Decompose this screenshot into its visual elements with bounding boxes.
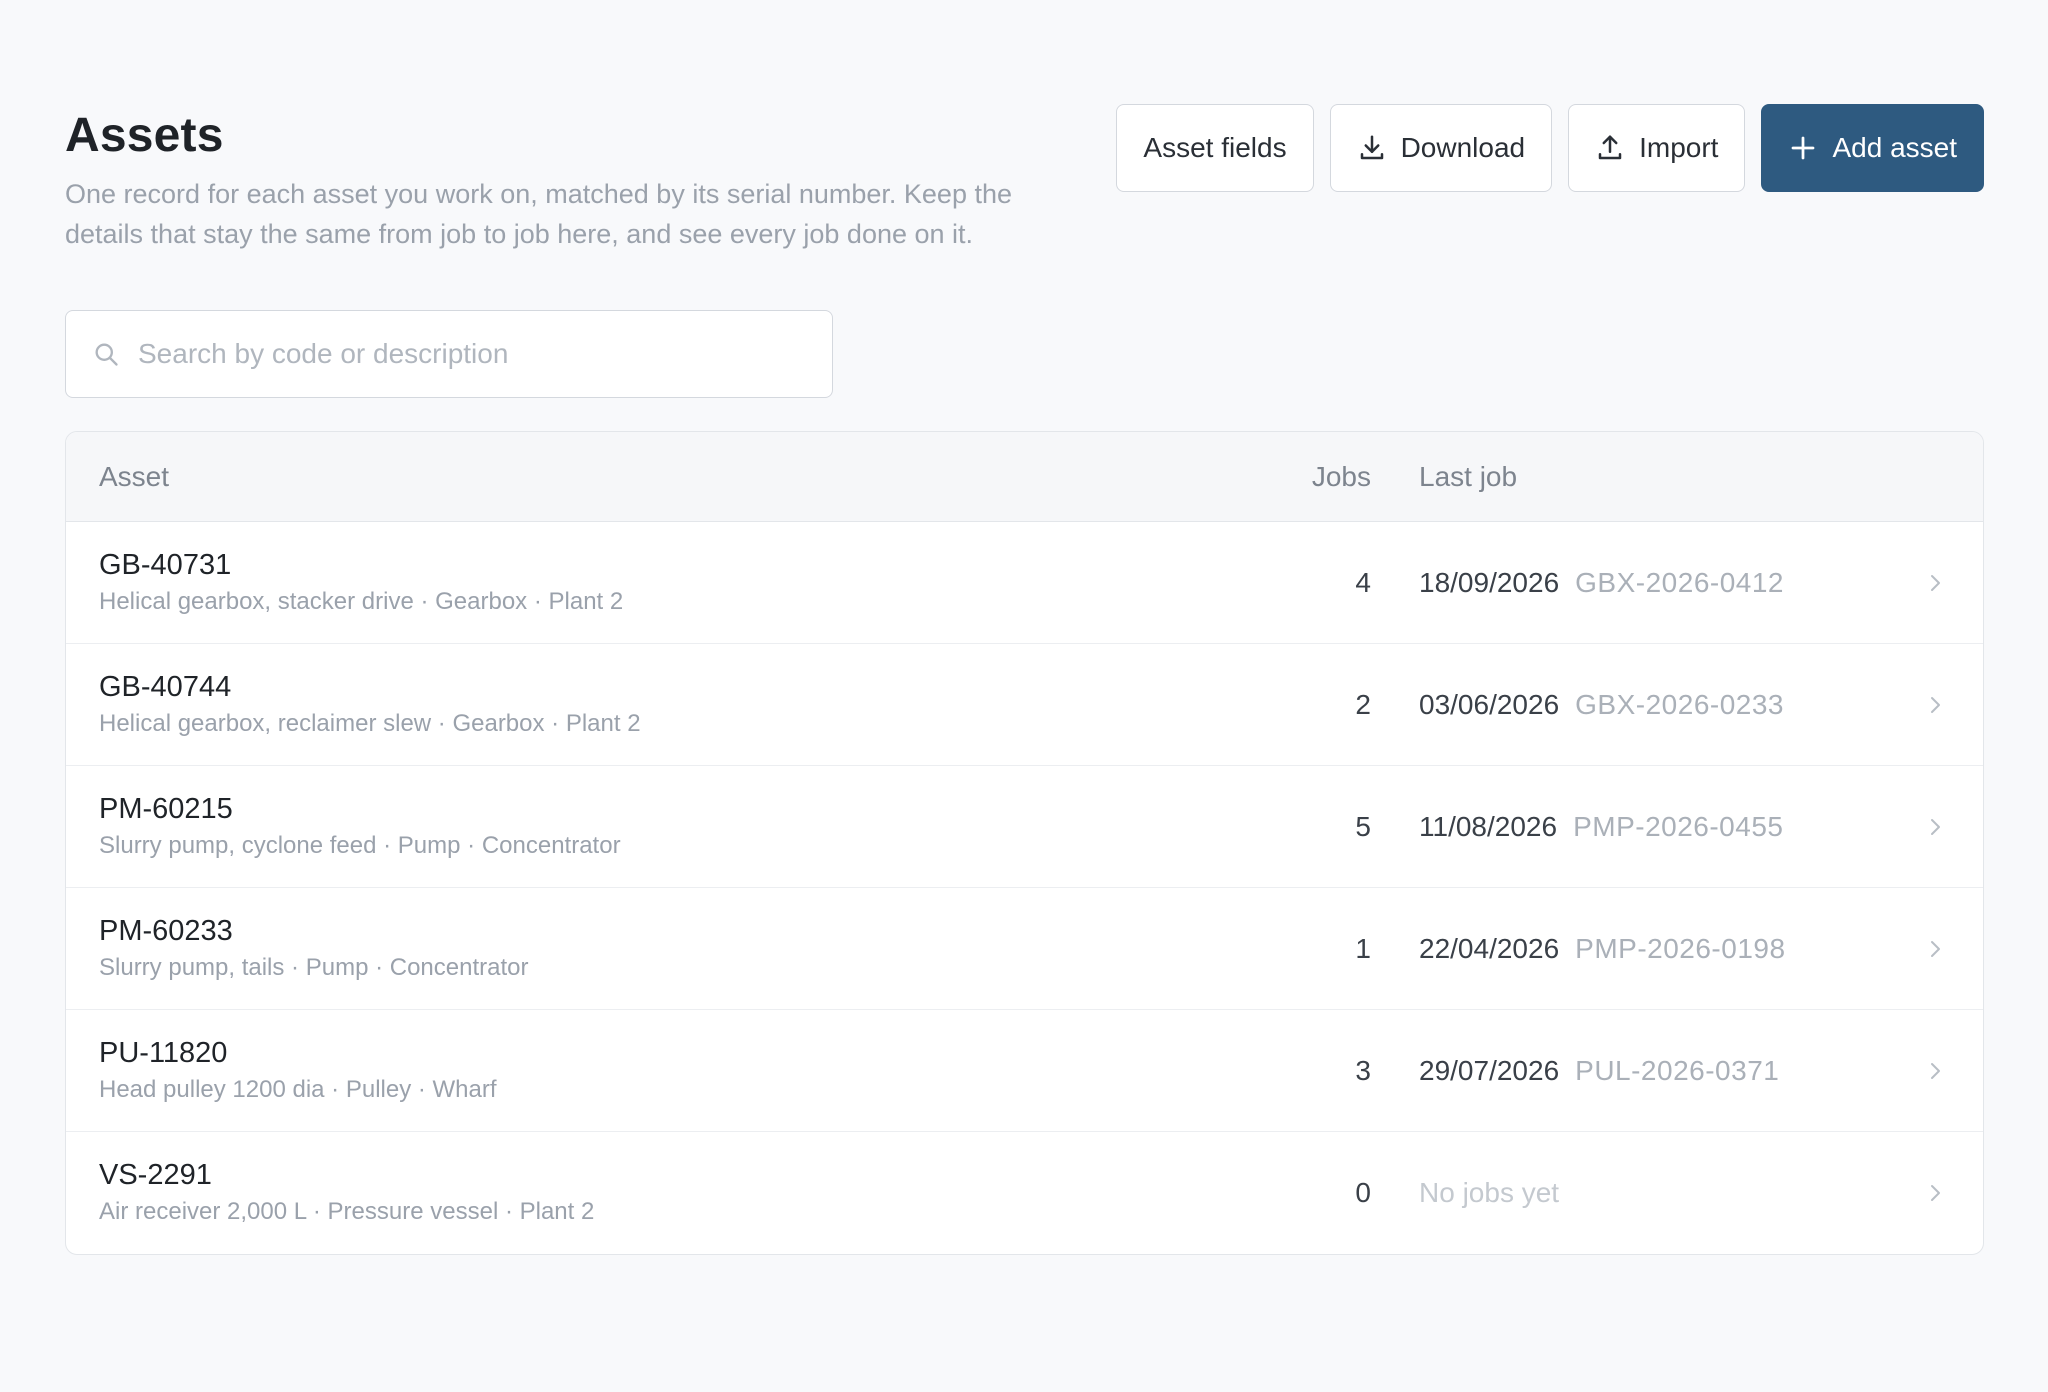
last-job-info: 03/06/2026 GBX-2026-0233 — [1419, 689, 1784, 721]
last-job-ref: PMP-2026-0198 — [1575, 932, 1786, 964]
add-asset-label: Add asset — [1832, 132, 1957, 163]
chevron-right-icon[interactable] — [1923, 571, 1947, 595]
asset-cell: VS-2291 Air receiver 2,000 L · Pressure … — [66, 1157, 1235, 1229]
last-job-cell: 11/08/2026 PMP-2026-0455 — [1395, 811, 1983, 843]
table-row[interactable]: PM-60215 Slurry pump, cyclone feed · Pum… — [66, 766, 1983, 888]
header-actions: Asset fields Download Import Add asset — [1116, 104, 1984, 192]
column-header-asset[interactable]: Asset — [66, 461, 1235, 493]
last-job-info: 18/09/2026 GBX-2026-0412 — [1419, 567, 1784, 599]
jobs-count: 2 — [1355, 688, 1371, 720]
table-row[interactable]: VS-2291 Air receiver 2,000 L · Pressure … — [66, 1132, 1983, 1254]
asset-fields-button[interactable]: Asset fields — [1116, 104, 1314, 192]
asset-description: Helical gearbox, stacker drive · Gearbox… — [99, 587, 624, 615]
last-job-cell: 03/06/2026 GBX-2026-0233 — [1395, 689, 1983, 721]
column-header-last-job[interactable]: Last job — [1395, 461, 1983, 493]
jobs-count: 5 — [1355, 810, 1371, 842]
last-job-info: 22/04/2026 PMP-2026-0198 — [1419, 933, 1786, 965]
asset-code: PM-60215 — [99, 792, 233, 825]
last-job-cell: 22/04/2026 PMP-2026-0198 — [1395, 933, 1983, 965]
search-icon — [95, 343, 118, 366]
jobs-count: 0 — [1355, 1177, 1371, 1208]
asset-code: GB-40744 — [99, 670, 232, 703]
chevron-right-icon[interactable] — [1923, 1181, 1947, 1205]
table-row[interactable]: GB-40731 Helical gearbox, stacker drive … — [66, 522, 1983, 644]
table-row[interactable]: PU-11820 Head pulley 1200 dia · Pulley ·… — [66, 1010, 1983, 1132]
download-label: Download — [1400, 132, 1526, 163]
chevron-right-icon[interactable] — [1923, 815, 1947, 839]
last-job-date: 11/08/2026 — [1419, 810, 1558, 842]
asset-cell: PM-60215 Slurry pump, cyclone feed · Pum… — [66, 791, 1235, 863]
page-title: Assets — [65, 109, 224, 162]
asset-description: Head pulley 1200 dia · Pulley · Wharf — [99, 1075, 497, 1103]
chevron-right-icon[interactable] — [1923, 937, 1947, 961]
last-job-ref: GBX-2026-0233 — [1575, 688, 1784, 720]
no-jobs-text: No jobs yet — [1419, 1177, 1560, 1208]
last-job-ref: PUL-2026-0371 — [1575, 1054, 1780, 1086]
download-icon — [1360, 135, 1383, 160]
last-job-cell: No jobs yet — [1395, 1177, 1983, 1209]
last-job-ref: GBX-2026-0412 — [1575, 566, 1784, 598]
chevron-right-icon[interactable] — [1923, 693, 1947, 717]
last-job-date: 22/04/2026 — [1419, 932, 1560, 964]
asset-code: PM-60233 — [99, 914, 233, 947]
page-header: Assets One record for each asset you wor… — [65, 104, 1984, 254]
jobs-count: 3 — [1355, 1054, 1371, 1086]
last-job-ref: PMP-2026-0455 — [1573, 810, 1784, 842]
jobs-count: 4 — [1355, 566, 1371, 598]
last-job-date: 29/07/2026 — [1419, 1054, 1560, 1086]
asset-description: Air receiver 2,000 L · Pressure vessel ·… — [99, 1198, 595, 1225]
jobs-count: 1 — [1355, 932, 1371, 964]
search-input[interactable] — [138, 338, 806, 370]
last-job-info: 11/08/2026 PMP-2026-0455 — [1419, 811, 1783, 843]
asset-fields-label: Asset fields — [1143, 132, 1287, 163]
upload-icon — [1598, 135, 1622, 160]
assets-table: Asset Jobs Last job GB-40731 Helical gea… — [65, 431, 1984, 1255]
asset-code: VS-2291 — [99, 1159, 212, 1191]
asset-cell: GB-40744 Helical gearbox, reclaimer slew… — [66, 669, 1235, 741]
asset-code: PU-11820 — [99, 1036, 228, 1069]
import-label: Import — [1639, 132, 1719, 163]
asset-cell: GB-40731 Helical gearbox, stacker drive … — [66, 547, 1235, 619]
table-row[interactable]: PM-60233 Slurry pump, tails · Pump · Con… — [66, 888, 1983, 1010]
chevron-right-icon[interactable] — [1923, 1059, 1947, 1083]
asset-description: Helical gearbox, reclaimer slew · Gearbo… — [99, 709, 641, 737]
assets-page: Assets One record for each asset you wor… — [0, 0, 2048, 1392]
asset-cell: PM-60233 Slurry pump, tails · Pump · Con… — [66, 913, 1235, 985]
last-job-date: 03/06/2026 — [1419, 688, 1560, 720]
asset-description: Slurry pump, cyclone feed · Pump · Conce… — [99, 831, 621, 859]
add-asset-button[interactable]: Add asset — [1761, 104, 1984, 192]
last-job-info: 29/07/2026 PUL-2026-0371 — [1419, 1055, 1779, 1087]
import-button[interactable]: Import — [1568, 104, 1746, 192]
last-job-cell: 18/09/2026 GBX-2026-0412 — [1395, 567, 1983, 599]
asset-description: Slurry pump, tails · Pump · Concentrator — [99, 953, 529, 981]
page-subtitle: One record for each asset you work on, m… — [65, 179, 1012, 249]
column-header-jobs[interactable]: Jobs — [1235, 461, 1395, 493]
plus-icon — [1792, 136, 1815, 160]
asset-cell: PU-11820 Head pulley 1200 dia · Pulley ·… — [66, 1035, 1235, 1107]
last-job-date: 18/09/2026 — [1419, 566, 1560, 598]
table-header: Asset Jobs Last job — [66, 432, 1983, 522]
download-button[interactable]: Download — [1329, 104, 1553, 192]
last-job-cell: 29/07/2026 PUL-2026-0371 — [1395, 1055, 1983, 1087]
title-block: Assets One record for each asset you wor… — [65, 104, 1065, 254]
asset-code: GB-40731 — [99, 548, 232, 581]
search-box — [65, 310, 833, 398]
table-row[interactable]: GB-40744 Helical gearbox, reclaimer slew… — [66, 644, 1983, 766]
last-job-info: No jobs yet — [1419, 1177, 1559, 1209]
